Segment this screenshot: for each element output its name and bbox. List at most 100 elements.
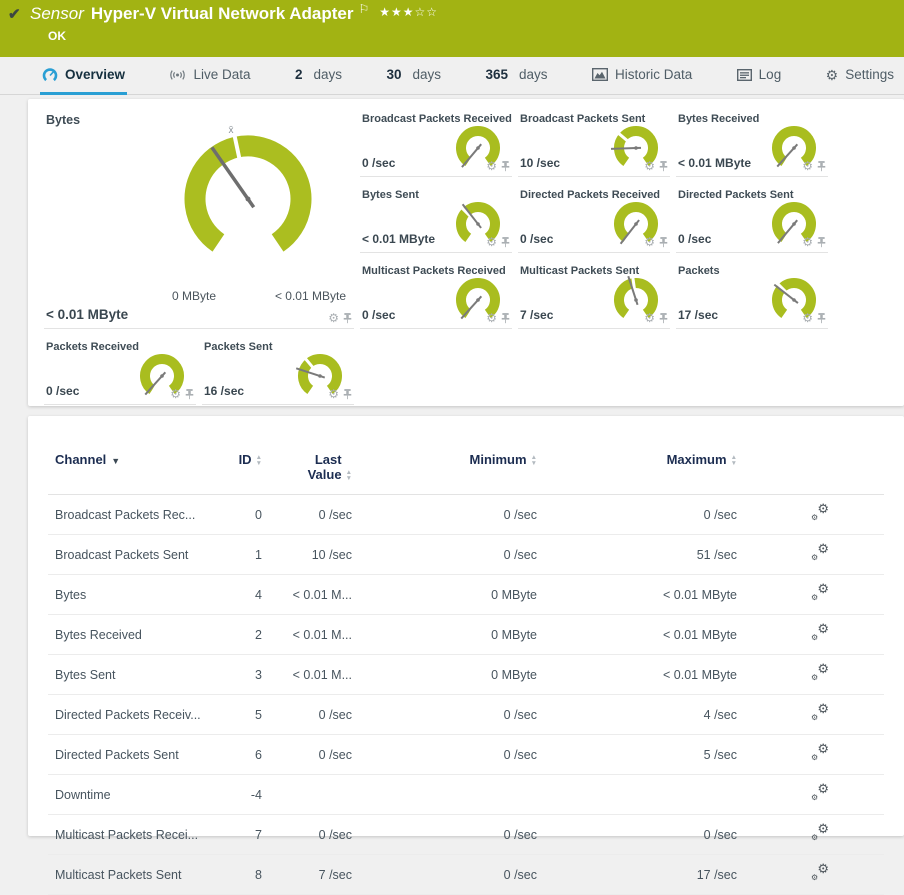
channel-name-cell: Multicast Packets Sent — [48, 854, 203, 895]
tab-settings[interactable]: ⚙ Settings — [824, 57, 896, 95]
pin-icon[interactable] — [817, 312, 826, 324]
table-row: Directed Packets Sent 6 0 /sec 0 /sec 5 … — [48, 734, 884, 775]
gauge-title: Bytes Sent — [362, 189, 419, 201]
status-badge: OK — [48, 29, 66, 43]
pin-icon[interactable] — [343, 312, 352, 324]
channel-name-cell: Bytes Sent — [48, 654, 203, 695]
channel-id-cell: 0 — [203, 494, 262, 535]
tab-2-days[interactable]: 2 days — [293, 57, 344, 95]
channel-name-cell: Multicast Packets Recei... — [48, 814, 203, 855]
sort-arrows-icon: ▲ ▼ — [255, 453, 262, 467]
tab-number: 2 — [294, 67, 303, 82]
tab-live-data[interactable]: Live Data — [167, 57, 252, 95]
tab-label: days — [518, 67, 548, 82]
channel-settings-icon[interactable]: ⚙ ⚙ — [811, 502, 829, 522]
gauge-scale-min-label: 0 MByte — [172, 289, 217, 303]
gear-icon[interactable]: ⚙ — [328, 312, 339, 324]
channel-last-value-cell: 0 /sec — [262, 694, 352, 735]
tab-overview[interactable]: Overview — [40, 57, 128, 95]
channel-settings-icon[interactable]: ⚙ ⚙ — [811, 822, 829, 842]
gauges-panel: Bytes x̄ 0 MByte < 0.01 MByte < 0.01 MBy… — [28, 99, 904, 406]
gauge-tile-actions: ⚙ — [486, 312, 510, 324]
pin-icon[interactable] — [659, 160, 668, 172]
channel-name-cell: Directed Packets Sent — [48, 734, 203, 775]
column-header-minimum[interactable]: Minimum ▲ ▼ — [352, 452, 538, 495]
star-filled-icons: ★★★ — [379, 5, 415, 19]
channel-settings-icon[interactable]: ⚙ ⚙ — [811, 742, 829, 762]
pin-icon[interactable] — [343, 388, 352, 400]
gear-icon[interactable]: ⚙ — [328, 388, 339, 400]
gauge-tile-actions: ⚙ — [170, 388, 194, 400]
gauge-tile: Directed Packets Sent 0 /sec ⚙ — [676, 187, 828, 253]
channel-settings-icon[interactable]: ⚙ ⚙ — [811, 702, 829, 722]
pin-icon[interactable] — [501, 312, 510, 324]
pin-icon[interactable] — [817, 160, 826, 172]
gauge-value: 0 /sec — [46, 384, 80, 398]
channel-id-cell: 6 — [203, 734, 262, 775]
gear-icon[interactable]: ⚙ — [802, 160, 813, 172]
tab-log[interactable]: Log — [735, 57, 784, 95]
table-row: Broadcast Packets Sent 1 10 /sec 0 /sec … — [48, 534, 884, 575]
gauge-value: 17 /sec — [678, 308, 719, 322]
channel-name-cell: Broadcast Packets Sent — [48, 534, 203, 575]
channel-maximum-cell: 0 /sec — [537, 494, 737, 535]
channel-id-cell: 8 — [203, 854, 262, 895]
priority-stars[interactable]: ★★★☆☆ — [379, 5, 438, 19]
pin-icon[interactable] — [501, 160, 510, 172]
table-row: Directed Packets Receiv... 5 0 /sec 0 /s… — [48, 694, 884, 735]
pin-icon[interactable] — [817, 236, 826, 248]
gauge-value: 0 /sec — [678, 232, 712, 246]
channel-maximum-cell — [537, 774, 737, 815]
channel-maximum-cell: < 0.01 MByte — [537, 614, 737, 655]
channel-minimum-cell: 0 MByte — [352, 654, 537, 695]
gear-icon[interactable]: ⚙ — [802, 312, 813, 324]
channel-settings-icon[interactable]: ⚙ ⚙ — [811, 662, 829, 682]
gear-icon[interactable]: ⚙ — [486, 160, 497, 172]
channel-minimum-cell: 0 /sec — [352, 494, 537, 535]
tab-historic-data[interactable]: Historic Data — [590, 57, 694, 95]
channel-settings-icon[interactable]: ⚙ ⚙ — [811, 582, 829, 602]
sort-desc-icon: ▼ — [111, 456, 121, 466]
channel-settings-icon[interactable]: ⚙ ⚙ — [811, 782, 829, 802]
column-header-last-value[interactable]: Last Value ▲ ▼ — [262, 452, 352, 495]
gear-icon[interactable]: ⚙ — [644, 236, 655, 248]
pin-icon[interactable] — [185, 388, 194, 400]
gear-icon[interactable]: ⚙ — [644, 312, 655, 324]
tab-30-days[interactable]: 30 days — [384, 57, 443, 95]
channel-maximum-cell: < 0.01 MByte — [537, 574, 737, 615]
flag-icon[interactable]: ⚐ — [359, 2, 370, 16]
channel-maximum-cell: < 0.01 MByte — [537, 654, 737, 695]
column-header-maximum[interactable]: Maximum ▲ ▼ — [537, 452, 737, 495]
gear-icon[interactable]: ⚙ — [486, 312, 497, 324]
gauge-tile-actions: ⚙ — [644, 312, 668, 324]
gear-icon[interactable]: ⚙ — [170, 388, 181, 400]
tab-label: Historic Data — [614, 67, 693, 82]
tab-number: 365 — [485, 67, 508, 82]
channel-settings-icon[interactable]: ⚙ ⚙ — [811, 622, 829, 642]
channel-minimum-cell: 0 MByte — [352, 614, 537, 655]
gauge-value: < 0.01 MByte — [362, 232, 436, 246]
gauge-tile: Bytes Sent < 0.01 MByte ⚙ — [360, 187, 512, 253]
tab-365-days[interactable]: 365 days — [483, 57, 549, 95]
column-header-id[interactable]: ID ▲ ▼ — [203, 452, 262, 495]
sort-arrows-icon: ▲ ▼ — [730, 453, 737, 467]
pin-icon[interactable] — [501, 236, 510, 248]
tab-label: Settings — [845, 67, 894, 82]
gauge-tile: Packets 17 /sec ⚙ — [676, 263, 828, 329]
gauge-tile: Bytes Received < 0.01 MByte ⚙ — [676, 111, 828, 177]
gear-icon[interactable]: ⚙ — [644, 160, 655, 172]
pin-icon[interactable] — [659, 312, 668, 324]
gear-icon[interactable]: ⚙ — [486, 236, 497, 248]
gauge-value: 10 /sec — [520, 156, 561, 170]
column-header-channel[interactable]: Channel ▼ — [48, 452, 203, 495]
channel-settings-icon[interactable]: ⚙ ⚙ — [811, 542, 829, 562]
pin-icon[interactable] — [659, 236, 668, 248]
channel-last-value-cell: < 0.01 M... — [262, 574, 352, 615]
gear-icon[interactable]: ⚙ — [802, 236, 813, 248]
check-icon: ✔ — [8, 6, 21, 23]
channel-settings-icon[interactable]: ⚙ ⚙ — [811, 862, 829, 882]
gauge-tile-actions: ⚙ — [802, 312, 826, 324]
channel-last-value-cell: 10 /sec — [262, 534, 352, 575]
gauge-title: Bytes Received — [678, 113, 760, 125]
gauge-tile-actions: ⚙ — [328, 312, 352, 324]
